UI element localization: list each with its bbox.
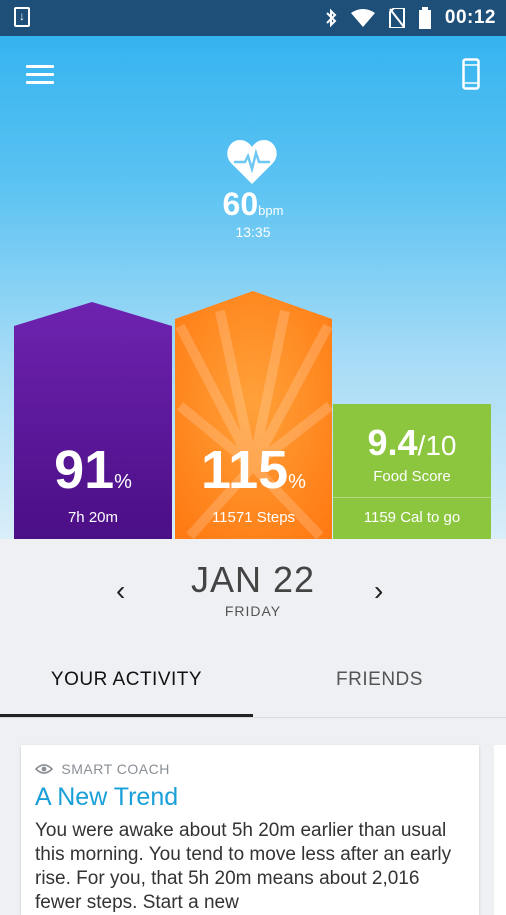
sleep-stats: 91% <box>54 440 132 500</box>
bluetooth-icon <box>326 8 337 28</box>
tab-your-activity-label: YOUR ACTIVITY <box>50 669 203 690</box>
sleep-duration: 7h 20m <box>67 509 119 526</box>
food-divider <box>333 497 491 498</box>
status-time: 00:12 <box>444 7 496 28</box>
active-tab-indicator <box>0 714 253 717</box>
smart-coach-header: SMART COACH <box>35 761 170 777</box>
date-navigator: ‹ › JAN 22 FRIDAY <box>0 539 506 649</box>
dashboard-hero: 60bpm 13:35 91% 7h 20m 115% 11571 Steps … <box>0 36 506 539</box>
food-score-value: 9.4/10 <box>367 422 457 463</box>
battery-icon <box>418 7 431 29</box>
wifi-icon <box>350 9 375 27</box>
steps-count: 11571 Steps <box>211 509 296 526</box>
steps-stats: 115% <box>201 440 306 500</box>
insight-title: A New Trend <box>35 783 179 811</box>
weekday-label: FRIDAY <box>224 603 282 619</box>
status-bar: ↓ 00:12 <box>0 0 506 36</box>
smart-coach-icon <box>35 764 53 774</box>
insight-body: You were awake about 5h 20m earlier than… <box>35 820 452 913</box>
activity-tabs: YOUR ACTIVITY FRIENDS <box>0 649 506 718</box>
food-score-label: Food Score <box>373 468 451 485</box>
smart-coach-card[interactable]: SMART COACH A New Trend You were awake a… <box>21 745 479 915</box>
tab-friends-label: FRIENDS <box>336 669 423 690</box>
food-calories: 1159 Cal to go <box>363 509 461 526</box>
sleep-bar[interactable] <box>14 302 172 539</box>
tab-your-activity[interactable]: YOUR ACTIVITY <box>0 649 253 717</box>
next-card-edge <box>494 745 506 915</box>
smart-coach-label: SMART COACH <box>61 761 170 777</box>
status-icons: 00:12 <box>325 0 496 36</box>
date-label: JAN 22 <box>190 559 316 600</box>
tab-friends[interactable]: FRIENDS <box>253 649 506 717</box>
no-sim-icon <box>388 8 405 28</box>
download-icon: ↓ <box>14 7 30 27</box>
